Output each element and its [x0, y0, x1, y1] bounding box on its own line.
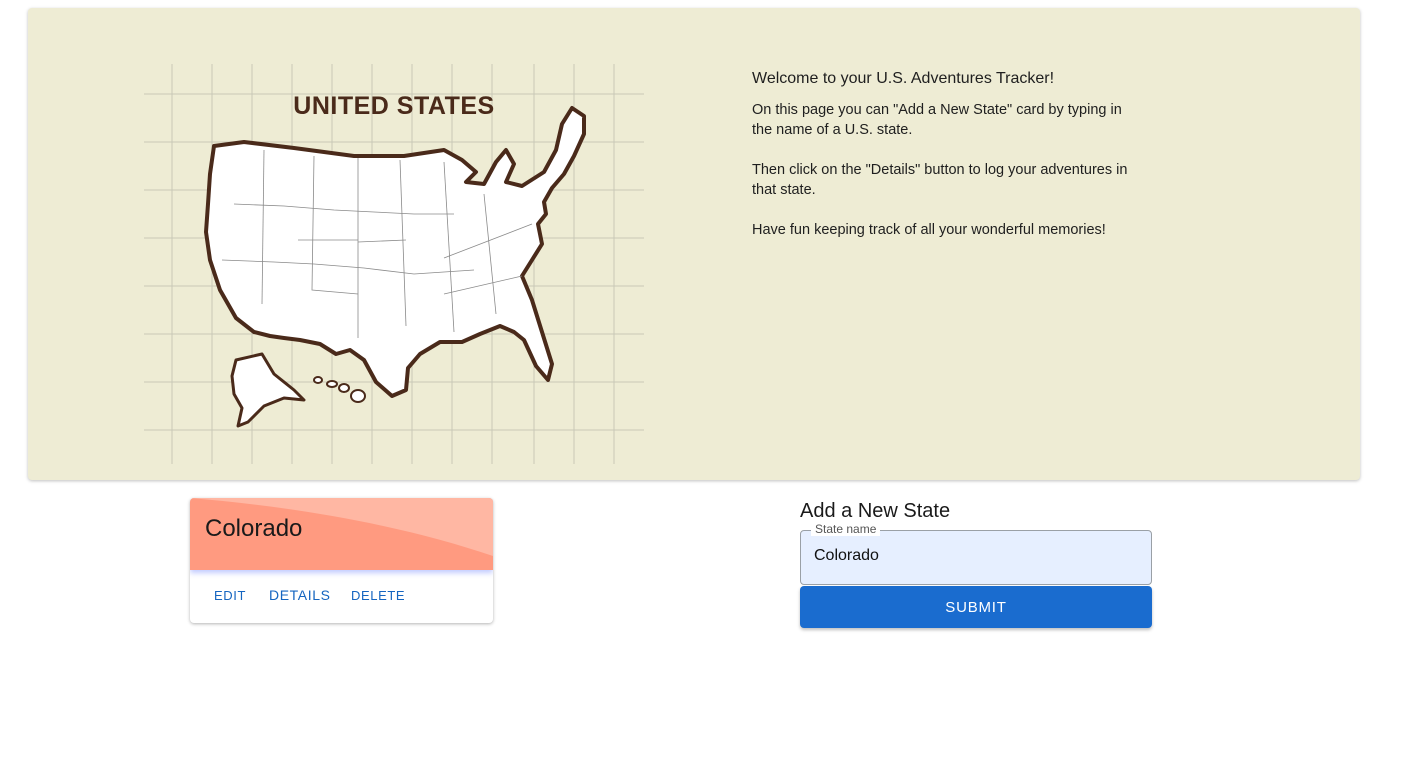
- us-map-image: UNITED STATES: [144, 64, 644, 464]
- details-button[interactable]: DETAILS: [269, 587, 331, 603]
- add-state-title: Add a New State: [800, 500, 951, 522]
- submit-button[interactable]: SUBMIT: [800, 586, 1152, 628]
- delete-button[interactable]: DELETE: [351, 588, 405, 603]
- state-card-title: Colorado: [205, 515, 303, 542]
- state-name-input[interactable]: [814, 547, 1134, 565]
- map-title: UNITED STATES: [293, 92, 495, 120]
- welcome-paragraph-2: Then click on the "Details" button to lo…: [752, 162, 1128, 198]
- welcome-paragraph-3: Have fun keeping track of all your wonde…: [752, 222, 1106, 238]
- state-card: Colorado EDIT DETAILS DELETE: [190, 498, 493, 623]
- state-name-label: State name: [811, 522, 881, 536]
- edit-button[interactable]: EDIT: [214, 588, 246, 603]
- welcome-banner: UNITED STATES Welcome to your U.S. Adven…: [28, 8, 1360, 480]
- welcome-paragraph-1: On this page you can "Add a New State" c…: [752, 102, 1122, 138]
- state-card-header: Colorado: [190, 498, 493, 570]
- welcome-text: Welcome to your U.S. Adventures Tracker!…: [752, 68, 1132, 260]
- state-card-actions: EDIT DETAILS DELETE: [190, 570, 493, 623]
- state-name-field[interactable]: State name: [800, 522, 1152, 585]
- add-state-form: Add a New State State name SUBMIT: [800, 498, 1152, 629]
- welcome-heading: Welcome to your U.S. Adventures Tracker!: [752, 70, 1055, 87]
- map-illustration: [144, 64, 644, 464]
